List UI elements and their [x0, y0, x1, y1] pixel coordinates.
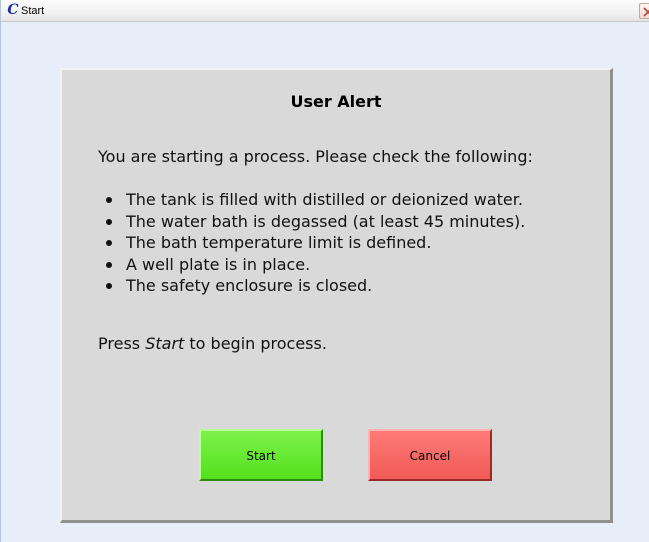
checklist: The tank is filled with distilled or dei… [98, 189, 525, 297]
close-icon [643, 7, 649, 17]
checklist-item-text: The bath temperature limit is defined. [126, 233, 432, 252]
checklist-item-text: The water bath is degassed (at least 45 … [126, 211, 526, 231]
bullet-icon [106, 218, 112, 225]
alert-intro: You are starting a process. Please check… [98, 147, 533, 166]
alert-title: User Alert [290, 92, 382, 111]
window-title: Start [21, 5, 45, 17]
close-button[interactable] [639, 3, 649, 19]
checklist-item-text: The safety enclosure is closed. [126, 276, 373, 295]
start-button[interactable]: Start [199, 429, 323, 481]
press-prefix: Press [98, 334, 146, 353]
title-bar: C Start [1, 0, 649, 22]
checklist-item: The tank is filled with distilled or dei… [98, 189, 525, 211]
press-instruction: Press Start to begin process. [98, 333, 327, 355]
checklist-item: The bath temperature limit is defined. [98, 232, 525, 254]
press-emphasis: Start [145, 334, 185, 353]
checklist-item: The water bath is degassed (at least 45 … [98, 211, 525, 233]
checklist-item: The safety enclosure is closed. [98, 275, 525, 297]
cancel-button[interactable]: Cancel [368, 429, 492, 481]
user-alert-panel: User Alert You are starting a process. P… [60, 68, 613, 523]
press-suffix: to begin process. [184, 334, 327, 353]
bullet-icon [106, 240, 112, 246]
checklist-item: A well plate is in place. [98, 254, 525, 276]
bullet-icon [106, 261, 112, 268]
app-logo-icon: C [7, 2, 19, 18]
bullet-icon [106, 283, 112, 289]
checklist-item-text: A well plate is in place. [126, 254, 311, 274]
start-window: C Start User Alert You are starting a pr… [0, 0, 649, 542]
bullet-icon [106, 197, 112, 203]
checklist-item-text: The tank is filled with distilled or dei… [126, 190, 523, 209]
